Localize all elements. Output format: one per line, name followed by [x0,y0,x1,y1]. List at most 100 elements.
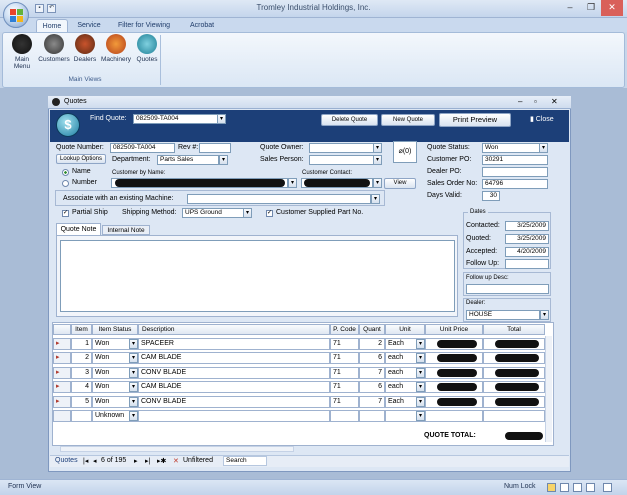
nav-next-button[interactable]: ▸ [134,457,138,465]
cell-item[interactable]: 5 [71,395,92,408]
delete-quote-button[interactable]: Delete Quote [321,114,378,126]
status-dropdown[interactable]: ▾ [129,382,138,393]
radio-name[interactable] [62,169,69,176]
nav-first-button[interactable]: |◂ [83,457,88,465]
cell-item[interactable]: 4 [71,381,92,394]
quotes-button[interactable]: Quotes [134,34,160,63]
cell-desc[interactable]: CONV BLADE [138,366,330,379]
quote-owner-field[interactable] [309,143,374,153]
shipping-method-dropdown[interactable]: ▾ [243,208,252,218]
tab-home[interactable]: Home [36,19,68,32]
status-dropdown[interactable]: ▾ [129,339,138,349]
tab-service[interactable]: Service [72,19,106,32]
unit-dropdown[interactable]: ▾ [416,339,425,349]
close-form-button[interactable]: ▮ Close [530,115,554,123]
dealer-dropdown[interactable]: ▾ [540,310,549,320]
sales-person-field[interactable] [309,155,374,165]
nav-search-field[interactable]: Search [223,456,267,466]
print-preview-button[interactable]: Print Preview [439,113,511,127]
unit-dropdown[interactable]: ▾ [416,367,425,378]
form-view-icon[interactable] [547,483,556,492]
open-line-icon[interactable]: ▸ [56,398,60,405]
cell-item[interactable]: 1 [71,338,92,350]
tab-filter-for-viewing[interactable]: Filter for Viewing [112,19,176,32]
design-view-icon[interactable] [586,483,595,492]
cell-pcode[interactable]: 71 [330,338,359,350]
status-dropdown[interactable]: ▾ [129,353,138,364]
dealer-field[interactable]: HOUSE [466,310,540,320]
row-selector[interactable]: ▸ [53,366,71,379]
contacted-field[interactable]: 3/25/2009 [505,221,549,231]
row-selector[interactable]: ▸ [53,338,71,350]
accepted-field[interactable]: 4/20/2009 [505,247,549,257]
nav-prev-button[interactable]: ◂ [93,457,97,465]
customer-supplied-checkbox[interactable]: ✓ [266,210,273,217]
office-button[interactable] [3,2,29,28]
follow-up-desc-field[interactable] [466,284,549,294]
customer-contact-dropdown[interactable]: ▾ [373,178,382,188]
cell-desc[interactable]: CAM BLADE [138,381,330,394]
cell-qty[interactable]: 6 [359,381,385,394]
department-dropdown[interactable]: ▾ [219,155,228,165]
partial-ship-checkbox[interactable]: ✓ [62,210,69,217]
datasheet-view-icon[interactable] [560,483,569,492]
cell-pcode[interactable] [330,410,359,422]
cell-pcode[interactable]: 71 [330,366,359,379]
row-selector[interactable]: ▸ [53,381,71,394]
department-field[interactable]: Parts Sales [157,155,219,165]
tab-acrobat[interactable]: Acrobat [184,19,220,32]
quote-status-field[interactable]: Won [482,143,540,153]
close-app-button[interactable]: ✕ [601,0,623,16]
customers-button[interactable]: Customers [38,34,70,63]
open-line-icon[interactable]: ▸ [56,383,60,390]
tab-quote-note[interactable]: Quote Note [56,223,101,235]
radio-number[interactable] [62,180,69,187]
row-selector[interactable]: ▸ [53,395,71,408]
lookup-options-button[interactable]: Lookup Options [56,154,106,164]
cell-desc[interactable]: CAM BLADE [138,352,330,365]
zoom-icon[interactable] [603,483,612,492]
cell-item[interactable]: 2 [71,352,92,365]
unit-dropdown[interactable]: ▾ [416,382,425,393]
nav-new-button[interactable]: ▸✱ [157,457,166,465]
quote-note-textarea[interactable] [60,240,455,312]
cell-pcode[interactable]: 71 [330,395,359,408]
row-selector[interactable]: ▸ [53,352,71,365]
nav-filter-button[interactable]: Unfiltered [183,457,213,464]
quoted-field[interactable]: 3/25/2009 [505,234,549,244]
main-menu-button[interactable]: Main Menu [8,34,36,70]
cell-qty[interactable]: 7 [359,366,385,379]
open-line-icon[interactable]: ▸ [56,354,60,361]
cell-desc[interactable]: SPACEER [138,338,330,350]
cell-item[interactable] [71,410,92,422]
open-line-icon[interactable]: ▸ [56,369,60,376]
cell-total[interactable] [483,410,545,422]
sales-order-field[interactable]: 64796 [482,179,548,189]
customer-by-name-dropdown[interactable]: ▾ [288,178,297,188]
cell-desc[interactable]: CONV BLADE [138,395,330,408]
dealers-button[interactable]: Dealers [72,34,98,63]
cell-desc[interactable] [138,410,330,422]
grid-vertical-scrollbar[interactable] [545,336,552,442]
new-quote-button[interactable]: New Quote [381,114,435,126]
quote-owner-dropdown[interactable]: ▾ [373,143,382,153]
open-line-icon[interactable]: ▸ [56,340,60,347]
cell-qty[interactable]: 2 [359,338,385,350]
dealer-po-field[interactable] [482,167,548,177]
cell-qty[interactable]: 7 [359,395,385,408]
cell-pcode[interactable]: 71 [330,352,359,365]
unit-dropdown[interactable]: ▾ [416,353,425,364]
window-close-button[interactable]: ✕ [551,97,558,106]
sales-person-dropdown[interactable]: ▾ [373,155,382,165]
find-quote-combo[interactable]: 082509-TA004 [133,114,219,124]
status-dropdown[interactable]: ▾ [129,411,138,421]
cell-pcode[interactable]: 71 [330,381,359,394]
cell-qty[interactable] [359,410,385,422]
attachments-button[interactable]: ⌀(0) [393,141,417,163]
unit-dropdown[interactable]: ▾ [416,396,425,407]
rev-field[interactable] [199,143,231,153]
row-selector[interactable] [53,410,71,422]
machinery-button[interactable]: Machinery [99,34,133,63]
cell-unit-price[interactable] [425,410,483,422]
grid-horizontal-scrollbar[interactable] [60,446,294,452]
